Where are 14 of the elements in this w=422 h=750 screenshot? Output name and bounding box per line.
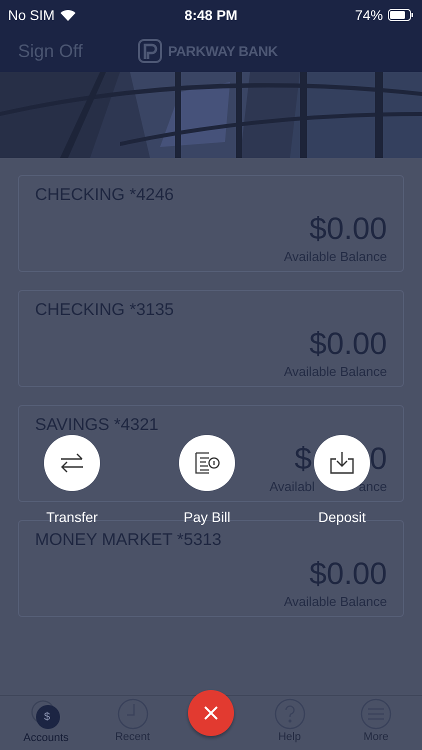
battery-percent: 74% [354, 7, 383, 23]
clock-time: 8:48 PM [184, 7, 238, 23]
battery-icon [388, 9, 414, 21]
close-button[interactable] [188, 690, 234, 736]
coins-icon [30, 699, 62, 731]
bill-icon [193, 451, 221, 475]
account-balance: $ [294, 441, 312, 477]
carrier-label: No SIM [8, 7, 55, 23]
close-icon [204, 706, 218, 720]
wifi-icon [60, 9, 76, 21]
download-icon [329, 451, 355, 475]
transfer-icon [59, 452, 85, 474]
bank-logo-icon [138, 39, 162, 63]
dollar-sign: $ [44, 711, 50, 723]
